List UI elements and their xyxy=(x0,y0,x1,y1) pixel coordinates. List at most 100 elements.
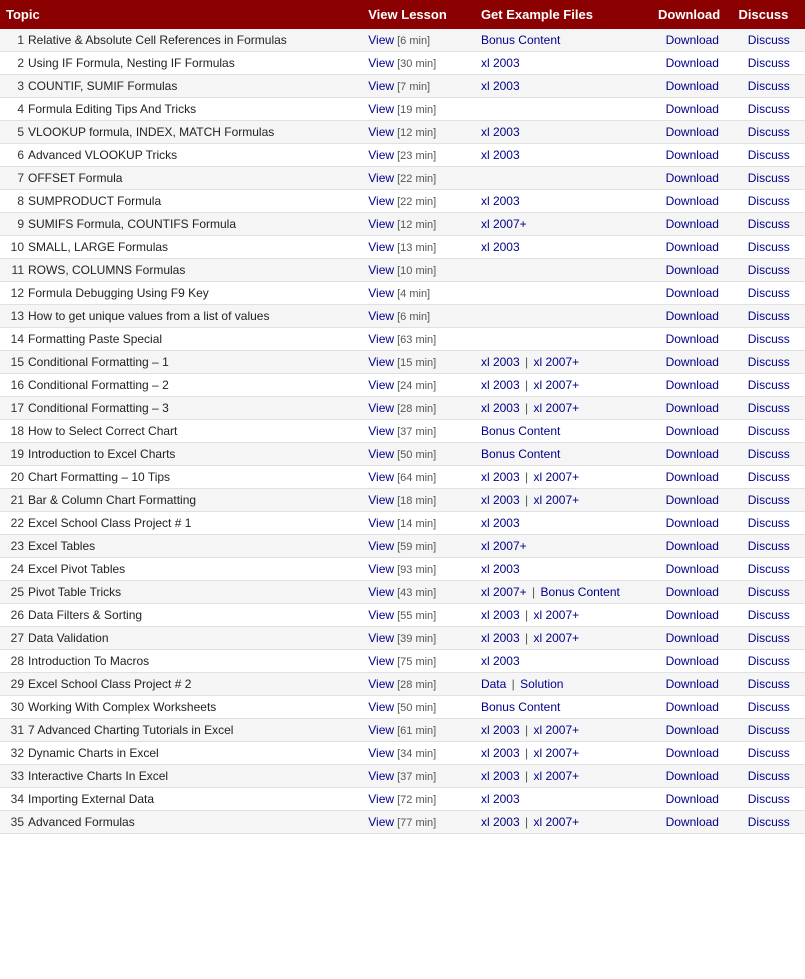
discuss-link[interactable]: Discuss xyxy=(748,56,790,70)
view-link[interactable]: View xyxy=(368,700,394,714)
discuss-link[interactable]: Discuss xyxy=(748,447,790,461)
file-link-xl2003[interactable]: xl 2003 xyxy=(481,493,520,507)
file-link-xl2007[interactable]: xl 2007+ xyxy=(533,401,579,415)
view-link[interactable]: View xyxy=(368,33,394,47)
view-link[interactable]: View xyxy=(368,102,394,116)
file-link-xl2003[interactable]: xl 2003 xyxy=(481,792,520,806)
view-link[interactable]: View xyxy=(368,309,394,323)
download-link[interactable]: Download xyxy=(666,631,719,645)
view-link[interactable]: View xyxy=(368,286,394,300)
download-link[interactable]: Download xyxy=(666,723,719,737)
discuss-link[interactable]: Discuss xyxy=(748,815,790,829)
download-link[interactable]: Download xyxy=(666,125,719,139)
file-link-xl2007[interactable]: xl 2007+ xyxy=(533,631,579,645)
download-link[interactable]: Download xyxy=(666,562,719,576)
view-link[interactable]: View xyxy=(368,240,394,254)
view-link[interactable]: View xyxy=(368,79,394,93)
file-link-bonus[interactable]: Bonus Content xyxy=(481,700,560,714)
view-link[interactable]: View xyxy=(368,401,394,415)
download-link[interactable]: Download xyxy=(666,792,719,806)
file-link-xl2003[interactable]: xl 2003 xyxy=(481,631,520,645)
discuss-link[interactable]: Discuss xyxy=(748,378,790,392)
file-link-bonus[interactable]: Bonus Content xyxy=(540,585,619,599)
discuss-link[interactable]: Discuss xyxy=(748,493,790,507)
file-link-xl2007[interactable]: xl 2007+ xyxy=(533,608,579,622)
discuss-link[interactable]: Discuss xyxy=(748,539,790,553)
discuss-link[interactable]: Discuss xyxy=(748,263,790,277)
download-link[interactable]: Download xyxy=(666,378,719,392)
download-link[interactable]: Download xyxy=(666,470,719,484)
download-link[interactable]: Download xyxy=(666,102,719,116)
view-link[interactable]: View xyxy=(368,562,394,576)
view-link[interactable]: View xyxy=(368,792,394,806)
file-link-xl2007[interactable]: xl 2007+ xyxy=(481,585,527,599)
view-link[interactable]: View xyxy=(368,148,394,162)
file-link-xl2003[interactable]: xl 2003 xyxy=(481,815,520,829)
download-link[interactable]: Download xyxy=(666,493,719,507)
discuss-link[interactable]: Discuss xyxy=(748,286,790,300)
view-link[interactable]: View xyxy=(368,654,394,668)
file-link-bonus[interactable]: Bonus Content xyxy=(481,447,560,461)
view-link[interactable]: View xyxy=(368,746,394,760)
discuss-link[interactable]: Discuss xyxy=(748,171,790,185)
view-link[interactable]: View xyxy=(368,424,394,438)
download-link[interactable]: Download xyxy=(666,608,719,622)
download-link[interactable]: Download xyxy=(666,309,719,323)
file-link-xl2003[interactable]: xl 2003 xyxy=(481,56,520,70)
view-link[interactable]: View xyxy=(368,125,394,139)
discuss-link[interactable]: Discuss xyxy=(748,240,790,254)
discuss-link[interactable]: Discuss xyxy=(748,516,790,530)
discuss-link[interactable]: Discuss xyxy=(748,631,790,645)
discuss-link[interactable]: Discuss xyxy=(748,148,790,162)
file-link-xl2003[interactable]: xl 2003 xyxy=(481,746,520,760)
file-link-xl2003[interactable]: xl 2003 xyxy=(481,470,520,484)
download-link[interactable]: Download xyxy=(666,746,719,760)
view-link[interactable]: View xyxy=(368,585,394,599)
file-link-solution[interactable]: Solution xyxy=(520,677,563,691)
discuss-link[interactable]: Discuss xyxy=(748,562,790,576)
discuss-link[interactable]: Discuss xyxy=(748,102,790,116)
download-link[interactable]: Download xyxy=(666,700,719,714)
download-link[interactable]: Download xyxy=(666,424,719,438)
file-link-xl2007[interactable]: xl 2007+ xyxy=(533,355,579,369)
discuss-link[interactable]: Discuss xyxy=(748,424,790,438)
file-link-xl2003[interactable]: xl 2003 xyxy=(481,240,520,254)
file-link-xl2003[interactable]: xl 2003 xyxy=(481,79,520,93)
file-link-xl2007[interactable]: xl 2007+ xyxy=(481,539,527,553)
download-link[interactable]: Download xyxy=(666,194,719,208)
view-link[interactable]: View xyxy=(368,815,394,829)
file-link-xl2003[interactable]: xl 2003 xyxy=(481,401,520,415)
file-link-xl2003[interactable]: xl 2003 xyxy=(481,194,520,208)
file-link-xl2003[interactable]: xl 2003 xyxy=(481,562,520,576)
discuss-link[interactable]: Discuss xyxy=(748,769,790,783)
discuss-link[interactable]: Discuss xyxy=(748,746,790,760)
view-link[interactable]: View xyxy=(368,194,394,208)
discuss-link[interactable]: Discuss xyxy=(748,723,790,737)
discuss-link[interactable]: Discuss xyxy=(748,194,790,208)
download-link[interactable]: Download xyxy=(666,516,719,530)
discuss-link[interactable]: Discuss xyxy=(748,355,790,369)
download-link[interactable]: Download xyxy=(666,585,719,599)
discuss-link[interactable]: Discuss xyxy=(748,217,790,231)
discuss-link[interactable]: Discuss xyxy=(748,401,790,415)
file-link-xl2007[interactable]: xl 2007+ xyxy=(533,723,579,737)
view-link[interactable]: View xyxy=(368,608,394,622)
download-link[interactable]: Download xyxy=(666,769,719,783)
download-link[interactable]: Download xyxy=(666,217,719,231)
download-link[interactable]: Download xyxy=(666,79,719,93)
download-link[interactable]: Download xyxy=(666,240,719,254)
view-link[interactable]: View xyxy=(368,470,394,484)
file-link-xl2003[interactable]: xl 2003 xyxy=(481,125,520,139)
download-link[interactable]: Download xyxy=(666,539,719,553)
file-link-xl2003[interactable]: xl 2003 xyxy=(481,148,520,162)
file-link-xl2003[interactable]: xl 2003 xyxy=(481,608,520,622)
file-link-bonus[interactable]: Bonus Content xyxy=(481,33,560,47)
discuss-link[interactable]: Discuss xyxy=(748,79,790,93)
discuss-link[interactable]: Discuss xyxy=(748,332,790,346)
discuss-link[interactable]: Discuss xyxy=(748,470,790,484)
discuss-link[interactable]: Discuss xyxy=(748,309,790,323)
file-link-xl2007[interactable]: xl 2007+ xyxy=(533,493,579,507)
file-link-xl2003[interactable]: xl 2003 xyxy=(481,516,520,530)
view-link[interactable]: View xyxy=(368,447,394,461)
discuss-link[interactable]: Discuss xyxy=(748,654,790,668)
